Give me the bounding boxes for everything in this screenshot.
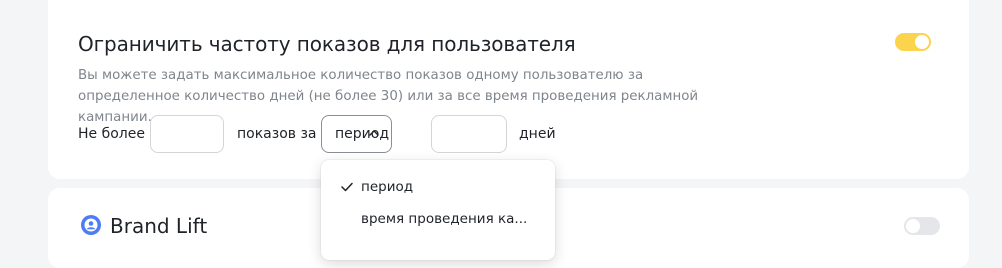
brand-lift-icon <box>81 215 101 235</box>
frequency-cap-card: Ограничить частоту показов для пользоват… <box>48 0 969 179</box>
not-more-label: Не более <box>78 126 145 142</box>
days-label: дней <box>519 126 556 142</box>
period-select[interactable]: период <box>321 115 392 153</box>
option-label: время проведения ка... <box>361 211 528 227</box>
chevron-up-icon <box>369 130 379 136</box>
check-icon <box>341 182 353 192</box>
period-option-period[interactable]: период <box>321 172 555 202</box>
impressions-for-label: показов за <box>237 126 317 142</box>
frequency-cap-toggle[interactable] <box>895 33 931 51</box>
frequency-cap-title: Ограничить частоту показов для пользоват… <box>78 32 576 56</box>
toggle-knob <box>906 219 920 233</box>
period-select-value: период <box>335 126 389 142</box>
days-count-input[interactable] <box>431 115 507 153</box>
toggle-knob <box>915 35 929 49</box>
brand-lift-title: Brand Lift <box>110 214 208 238</box>
period-dropdown-menu: период время проведения ка... <box>321 160 555 260</box>
brand-lift-toggle[interactable] <box>904 217 940 235</box>
period-option-campaign-duration[interactable]: время проведения ка... <box>321 204 555 234</box>
option-label: период <box>361 179 414 195</box>
impressions-count-input[interactable] <box>150 115 224 153</box>
